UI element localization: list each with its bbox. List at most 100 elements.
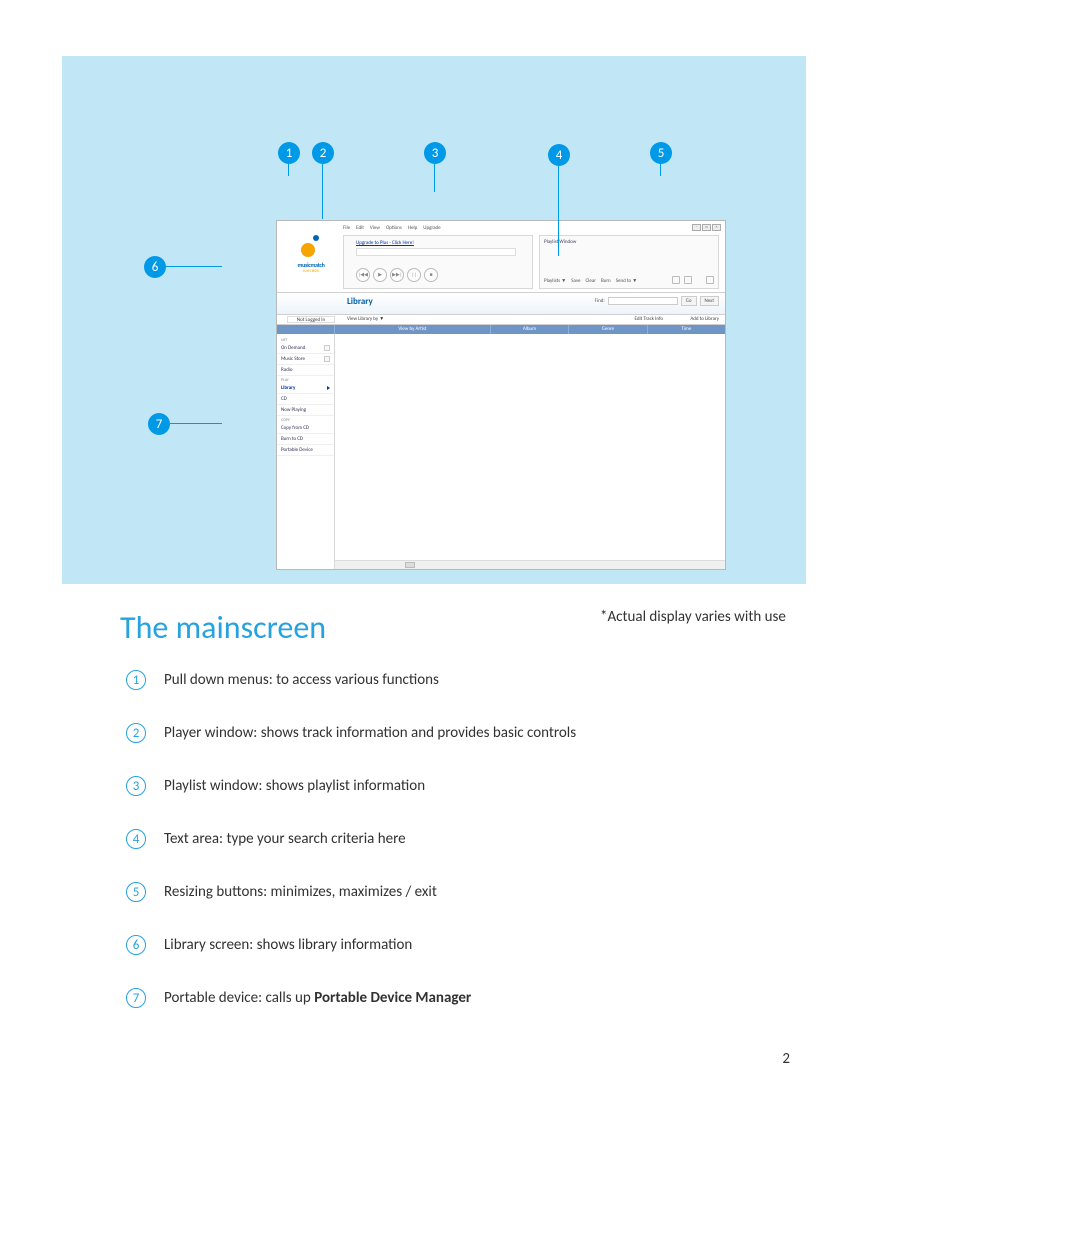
sidebar-item-label: Now Playing	[281, 407, 306, 413]
leader-line	[166, 266, 222, 267]
chevron-right-icon	[327, 386, 330, 390]
callout-7: 7	[148, 413, 170, 435]
legend-number-icon: 5	[126, 882, 146, 902]
figure-caption: *Actual display varies with use	[600, 608, 786, 626]
sidebar-item-now-playing[interactable]: Now Playing	[277, 405, 334, 416]
edit-track-info-button[interactable]: Edit Track Info	[634, 316, 663, 322]
transport-controls: |◀◀ ▶ ▶▶| || ■	[356, 268, 438, 282]
sidebar-item-on-demand[interactable]: On Demand	[277, 343, 334, 354]
repeat-icon[interactable]	[684, 276, 692, 284]
next-button[interactable]: ▶▶|	[390, 268, 404, 282]
callout-3: 3	[424, 142, 446, 164]
leader-line	[322, 164, 323, 219]
box-icon	[324, 345, 330, 351]
sidebar-item-label: Library	[281, 385, 295, 391]
play-button[interactable]: ▶	[373, 268, 387, 282]
sidebar-section-copy: COPY	[277, 416, 334, 423]
sidebar-item-music-store[interactable]: Music Store	[277, 354, 334, 365]
maximize-button[interactable]: □	[702, 224, 711, 231]
sidebar-item-cd[interactable]: CD	[277, 394, 334, 405]
callout-5: 5	[650, 142, 672, 164]
find-next-button[interactable]: Next	[700, 296, 720, 306]
sidebar-item-label: Music Store	[281, 356, 305, 362]
sidebar-item-radio[interactable]: Radio	[277, 365, 334, 376]
leader-line	[434, 164, 435, 192]
leader-line	[288, 164, 289, 176]
menu-file[interactable]: File	[343, 225, 350, 231]
pause-button[interactable]: ||	[407, 268, 421, 282]
page-number: 2	[782, 1050, 790, 1068]
playlist-clear-button[interactable]: Clear	[586, 278, 596, 284]
shuffle-icon[interactable]	[672, 276, 680, 284]
sidebar-item-copy-from-cd[interactable]: Copy from CD	[277, 423, 334, 434]
col-album[interactable]: Album	[491, 325, 569, 334]
find-area: Find: Go Next	[595, 296, 719, 306]
playlist-save-button[interactable]: Save	[571, 278, 580, 284]
sidebar-section-play: PLAY	[277, 376, 334, 383]
sidebar-item-portable-device[interactable]: Portable Device	[277, 445, 334, 456]
legend-item-4: 4 Text area: type your search criteria h…	[126, 829, 826, 849]
menu-upgrade[interactable]: Upgrade	[423, 225, 440, 231]
search-input[interactable]	[608, 297, 678, 305]
legend-item-6: 6 Library screen: shows library informat…	[126, 935, 826, 955]
legend-text: Library screen: shows library informatio…	[164, 936, 412, 954]
playlist-icons	[672, 276, 714, 284]
minimize-button[interactable]: –	[692, 224, 701, 231]
close-button[interactable]: ×	[712, 224, 721, 231]
library-body: NET On Demand Music Store Radio PLAY Lib…	[277, 334, 725, 569]
sidebar-item-label: Radio	[281, 367, 293, 373]
sidebar-item-library[interactable]: Library	[277, 383, 334, 394]
library-column-header: View by Artist Album Genre Time	[277, 325, 725, 334]
view-library-by-dropdown[interactable]: View Library by ▼	[347, 316, 384, 322]
sidebar-item-burn-to-cd[interactable]: Burn to CD	[277, 434, 334, 445]
brand-subtitle: JUKEBOX	[283, 269, 339, 274]
legend-item-5: 5 Resizing buttons: minimizes, maximizes…	[126, 882, 826, 902]
library-subheader: Not Logged In View Library by ▼ Edit Tra…	[277, 315, 725, 325]
legend-item-3: 3 Playlist window: shows playlist inform…	[126, 776, 826, 796]
sidebar-item-label: Burn to CD	[281, 436, 303, 442]
col-time[interactable]: Time	[648, 325, 725, 334]
horizontal-scrollbar[interactable]	[335, 560, 725, 569]
col-artist[interactable]: View by Artist	[335, 325, 491, 334]
leader-line	[660, 164, 661, 176]
upgrade-link[interactable]: Upgrade to Plus - Click Here!	[356, 240, 414, 246]
col-genre[interactable]: Genre	[569, 325, 647, 334]
stop-button[interactable]: ■	[424, 268, 438, 282]
library-header: Library Find: Go Next	[277, 293, 725, 315]
legend-text: Playlist window: shows playlist informat…	[164, 777, 425, 795]
legend-text-pre: Portable device: calls up	[164, 989, 314, 1007]
menu-edit[interactable]: Edit	[356, 225, 364, 231]
brand-logo-block: musicmatch JUKEBOX	[283, 235, 339, 274]
legend-text-bold: Portable Device Manager	[314, 989, 471, 1007]
callout-4: 4	[548, 144, 570, 166]
legend-number-icon: 6	[126, 935, 146, 955]
find-go-button[interactable]: Go	[681, 296, 697, 306]
legend-item-7: 7 Portable device: calls up Portable Dev…	[126, 988, 826, 1008]
prev-button[interactable]: |◀◀	[356, 268, 370, 282]
legend-text: Pull down menus: to access various funct…	[164, 671, 439, 689]
page-title: The mainscreen	[120, 608, 326, 647]
playlist-sendto-dropdown[interactable]: Send to ▼	[616, 278, 638, 284]
leader-line	[170, 423, 222, 424]
menu-help[interactable]: Help	[408, 225, 417, 231]
app-window: musicmatch JUKEBOX File Edit View Option…	[276, 220, 726, 570]
legend-item-2: 2 Player window: shows track information…	[126, 723, 826, 743]
player-window: Upgrade to Plus - Click Here! |◀◀ ▶ ▶▶| …	[343, 235, 533, 289]
speaker-icon[interactable]	[706, 276, 714, 284]
playlists-dropdown[interactable]: Playlists ▼	[544, 278, 566, 284]
library-content-area	[335, 334, 725, 569]
menu-options[interactable]: Options	[386, 225, 402, 231]
legend-text: Text area: type your search criteria her…	[164, 830, 406, 848]
menu-view[interactable]: View	[370, 225, 380, 231]
scrollbar-thumb[interactable]	[405, 562, 415, 568]
playlist-title: Playlist Window	[544, 239, 576, 245]
menubar[interactable]: File Edit View Options Help Upgrade	[343, 225, 441, 231]
sidebar-item-label: Portable Device	[281, 447, 313, 453]
add-to-library-button[interactable]: Add to Library	[690, 316, 719, 322]
box-icon	[324, 356, 330, 362]
musicmatch-logo-icon	[299, 235, 323, 259]
playlist-burn-button[interactable]: Burn	[601, 278, 611, 284]
login-status[interactable]: Not Logged In	[287, 316, 335, 323]
legend-number-icon: 3	[126, 776, 146, 796]
playlist-window: Playlist Window Playlists ▼ Save Clear B…	[539, 235, 719, 289]
